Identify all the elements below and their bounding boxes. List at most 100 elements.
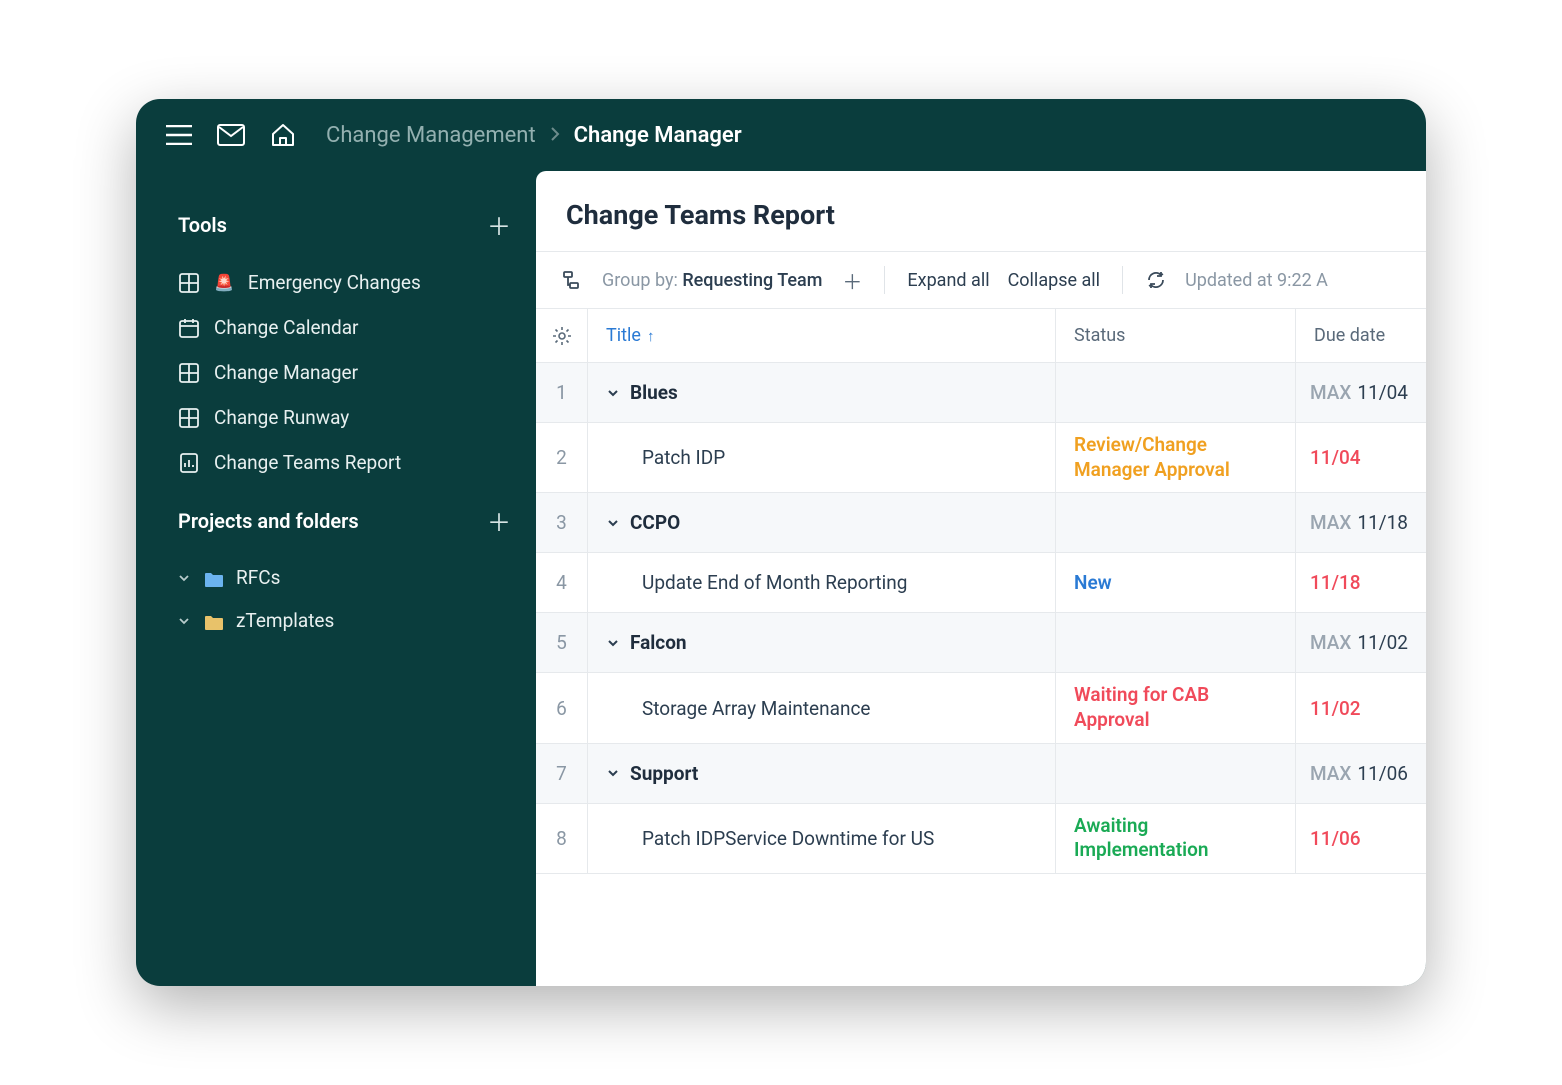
group-name: Falcon	[630, 631, 687, 654]
row-number: 4	[536, 553, 588, 612]
row-title-cell: Support	[588, 744, 1056, 803]
calendar-icon	[178, 317, 200, 339]
table-row[interactable]: 4Update End of Month ReportingNew11/18	[536, 553, 1426, 613]
updated-timestamp: Updated at 9:22 A	[1185, 270, 1328, 291]
groupby-value[interactable]: Requesting Team	[682, 270, 822, 291]
row-number: 1	[536, 363, 588, 422]
sidebar-item-change-calendar[interactable]: Change Calendar	[178, 305, 512, 350]
sidebar: Tools ＋ 🚨 Emergency Changes Change Calen…	[136, 171, 536, 986]
collapse-all-button[interactable]: Collapse all	[1008, 270, 1100, 291]
sidebar-item-change-teams-report[interactable]: Change Teams Report	[178, 440, 512, 485]
mail-icon[interactable]	[216, 120, 246, 150]
item-title[interactable]: Patch IDPService Downtime for US	[642, 827, 934, 850]
chevron-down-icon[interactable]	[606, 386, 622, 400]
folder-icon	[204, 570, 224, 586]
topbar: Change Management Change Manager	[136, 99, 1426, 171]
due-prefix: MAX	[1310, 381, 1351, 404]
sidebar-item-label: Change Calendar	[214, 316, 359, 339]
row-due-cell: MAX 11/02	[1296, 613, 1426, 672]
sidebar-folder-rfcs[interactable]: RFCs	[178, 556, 512, 599]
sidebar-section-tools: Tools ＋	[178, 207, 512, 242]
refresh-icon[interactable]	[1145, 269, 1167, 291]
row-number: 2	[536, 423, 588, 492]
emoji-icon: 🚨	[214, 273, 234, 292]
row-status-cell: Review/Change Manager Approval	[1056, 423, 1296, 492]
table-group-row[interactable]: 5FalconMAX11/02	[536, 613, 1426, 673]
report-icon	[178, 452, 200, 474]
due-prefix: MAX	[1310, 631, 1351, 654]
sidebar-item-change-runway[interactable]: Change Runway	[178, 395, 512, 440]
row-due-cell: MAX11/06	[1296, 744, 1426, 803]
page-title: Change Teams Report	[536, 171, 1426, 251]
row-status-cell: Awaiting Implementation	[1056, 804, 1296, 873]
table-group-row[interactable]: 7SupportMAX11/06	[536, 744, 1426, 804]
sidebar-folder-label: RFCs	[236, 566, 280, 589]
grid-icon	[178, 272, 200, 294]
row-status-cell: New	[1056, 553, 1296, 612]
chevron-right-icon	[550, 123, 560, 148]
row-title-cell: Storage Array Maintenance	[588, 673, 1056, 742]
row-due-cell: 11/04	[1296, 423, 1426, 492]
add-project-button[interactable]: ＋	[486, 503, 512, 538]
row-status-cell	[1056, 493, 1296, 552]
due-date: 11/06	[1357, 762, 1408, 785]
due-date: 11/02	[1357, 631, 1408, 654]
divider	[884, 266, 885, 294]
item-title[interactable]: Storage Array Maintenance	[642, 697, 870, 720]
item-title[interactable]: Update End of Month Reporting	[642, 571, 907, 594]
sidebar-folder-ztemplates[interactable]: zTemplates	[178, 599, 512, 642]
table-group-row[interactable]: 1BluesMAX11/04	[536, 363, 1426, 423]
row-title-cell: Blues	[588, 363, 1056, 422]
column-header-status[interactable]: Status	[1056, 309, 1296, 362]
row-number: 8	[536, 804, 588, 873]
table-row[interactable]: 8 Patch IDPService Downtime for US Awaitin…	[536, 804, 1426, 874]
chevron-down-icon[interactable]	[606, 766, 622, 780]
sort-ascending-icon: ↑	[647, 327, 655, 345]
add-tool-button[interactable]: ＋	[486, 207, 512, 242]
column-header-due[interactable]: Due date	[1296, 309, 1426, 362]
table-body: 1Blues MAX 11/04 2 Patch IDP Review/Change Ma…	[536, 363, 1426, 874]
sidebar-item-label: Change Manager	[214, 361, 358, 384]
table-group-row[interactable]: 3CCPOMAX11/18	[536, 493, 1426, 553]
chevron-down-icon[interactable]	[606, 516, 622, 530]
structure-icon[interactable]	[562, 269, 584, 291]
row-due-cell: 11/02	[1296, 673, 1426, 742]
chevron-down-icon[interactable]	[606, 636, 622, 650]
due-prefix: MAX	[1310, 511, 1351, 534]
item-title[interactable]: Patch IDP	[642, 446, 725, 469]
row-status-cell	[1056, 613, 1296, 672]
breadcrumb-parent[interactable]: Change Management	[326, 123, 536, 148]
due-date: 11/18	[1357, 511, 1408, 534]
row-title-cell: Patch IDP	[588, 423, 1056, 492]
home-icon[interactable]	[268, 120, 298, 150]
chevron-down-icon	[178, 609, 192, 632]
sidebar-item-emergency-changes[interactable]: 🚨 Emergency Changes	[178, 260, 512, 305]
sidebar-section-label: Tools	[178, 213, 227, 237]
row-status-cell	[1056, 363, 1296, 422]
table-row[interactable]: 2 Patch IDP Review/Change Manager Approval…	[536, 423, 1426, 493]
hamburger-icon[interactable]	[164, 120, 194, 150]
content: Tools ＋ 🚨 Emergency Changes Change Calen…	[136, 171, 1426, 986]
table-row[interactable]: 6Storage Array MaintenanceWaiting for CA…	[536, 673, 1426, 743]
row-title-cell: Falcon	[588, 613, 1056, 672]
sidebar-item-change-manager[interactable]: Change Manager	[178, 350, 512, 395]
sidebar-section-projects: Projects and folders ＋	[178, 503, 512, 538]
due-date: 11/06	[1310, 827, 1361, 850]
toolbar: Group by: Requesting Team ＋ Expand all C…	[536, 251, 1426, 309]
table-header: Title ↑ Status Due date	[536, 309, 1426, 363]
chevron-down-icon	[178, 566, 192, 589]
due-date: 11/04	[1310, 446, 1361, 469]
sidebar-item-label: Change Teams Report	[214, 451, 401, 474]
grid-icon	[178, 362, 200, 384]
column-header-title[interactable]: Title ↑	[588, 309, 1056, 362]
add-groupby-button[interactable]: ＋	[842, 266, 862, 295]
breadcrumb: Change Management Change Manager	[326, 123, 742, 148]
expand-all-button[interactable]: Expand all	[907, 270, 989, 291]
app-window: Change Management Change Manager Tools ＋…	[136, 99, 1426, 986]
groupby-label: Group by:	[602, 270, 678, 291]
sidebar-section-label: Projects and folders	[178, 509, 359, 533]
table-settings-button[interactable]	[536, 309, 588, 362]
grid-icon	[178, 407, 200, 429]
group-name: Support	[630, 762, 698, 785]
row-due-cell: 11/06	[1296, 804, 1426, 873]
